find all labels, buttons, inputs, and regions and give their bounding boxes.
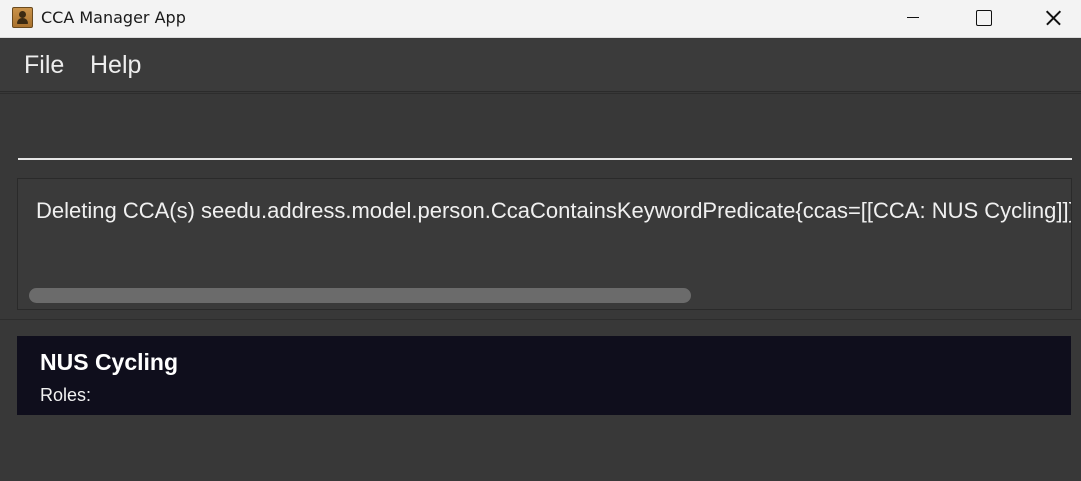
menu-help[interactable]: Help bbox=[90, 51, 141, 80]
result-display: Deleting CCA(s) seedu.address.model.pers… bbox=[17, 178, 1072, 310]
menu-file[interactable]: File bbox=[24, 51, 64, 80]
maximize-icon[interactable] bbox=[960, 0, 1006, 38]
result-text: Deleting CCA(s) seedu.address.model.pers… bbox=[36, 198, 1072, 223]
cca-name: NUS Cycling bbox=[40, 349, 179, 375]
command-box bbox=[0, 93, 1081, 169]
divider bbox=[0, 319, 1081, 320]
close-icon[interactable] bbox=[1030, 0, 1076, 38]
minimize-icon[interactable] bbox=[890, 0, 936, 38]
window-title: CCA Manager App bbox=[41, 8, 186, 27]
menu-bar: File Help bbox=[0, 39, 1081, 92]
title-bar: CCA Manager App bbox=[0, 0, 1081, 38]
contact-book-icon bbox=[12, 7, 33, 28]
cca-roles-label: Roles: bbox=[40, 385, 92, 405]
cca-list-item[interactable]: NUS Cycling Roles: bbox=[17, 336, 1071, 415]
horizontal-scrollbar[interactable] bbox=[29, 288, 691, 303]
command-input[interactable] bbox=[18, 104, 1072, 160]
